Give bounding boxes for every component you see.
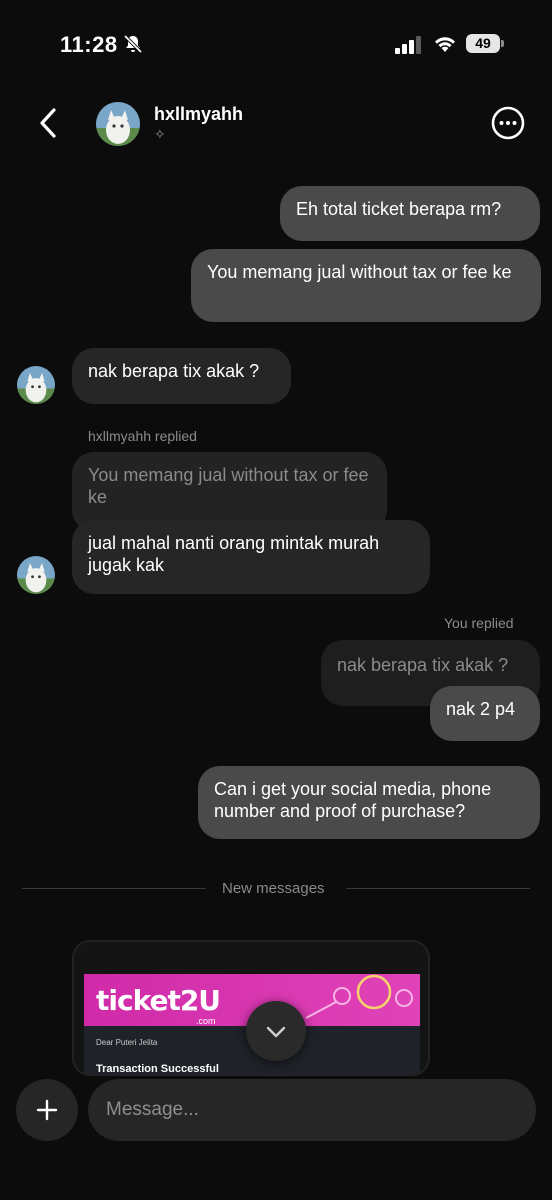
divider-line [346,888,530,889]
sender-avatar[interactable] [17,556,55,594]
email-title: Transaction Successful [96,1063,219,1075]
more-options-icon[interactable] [490,105,526,141]
scroll-down-button[interactable] [246,1001,306,1061]
battery-level: 49 [466,34,500,53]
new-messages-label: New messages [222,880,325,897]
contact-avatar[interactable] [96,102,140,146]
message-incoming[interactable]: jual mahal nanti orang mintak murah juga… [72,520,430,594]
battery-icon: 49 [466,34,506,54]
status-time: 11:28 [60,32,118,57]
sender-avatar[interactable] [17,366,55,404]
cellular-signal-icon [395,36,421,54]
contact-name[interactable]: hxllmyahh [154,104,243,125]
back-chevron-icon[interactable] [34,106,62,140]
ticket2u-logo: ticket2U [96,984,221,1017]
message-outgoing[interactable]: You memang jual without tax or fee ke [191,249,541,322]
add-attachment-button[interactable] [16,1079,78,1141]
chevron-down-icon [266,1026,286,1038]
message-outgoing[interactable]: Can i get your social media, phone numbe… [198,766,540,839]
reply-label: hxllmyahh replied [88,428,197,444]
message-outgoing[interactable]: Eh total ticket berapa rm? [280,186,540,241]
divider-line [22,888,206,889]
sparkle-icon: ✧ [154,126,166,142]
reply-label: You replied [444,615,514,631]
message-outgoing[interactable]: nak 2 p4 [430,686,540,741]
plus-icon [36,1099,58,1121]
email-greeting: Dear Puteri Jelita [96,1038,158,1047]
bell-muted-icon [123,34,143,54]
message-input[interactable] [88,1079,536,1141]
logo-suffix: .com [196,1016,216,1026]
message-incoming[interactable]: nak berapa tix akak ? [72,348,291,404]
wifi-icon [435,37,455,52]
